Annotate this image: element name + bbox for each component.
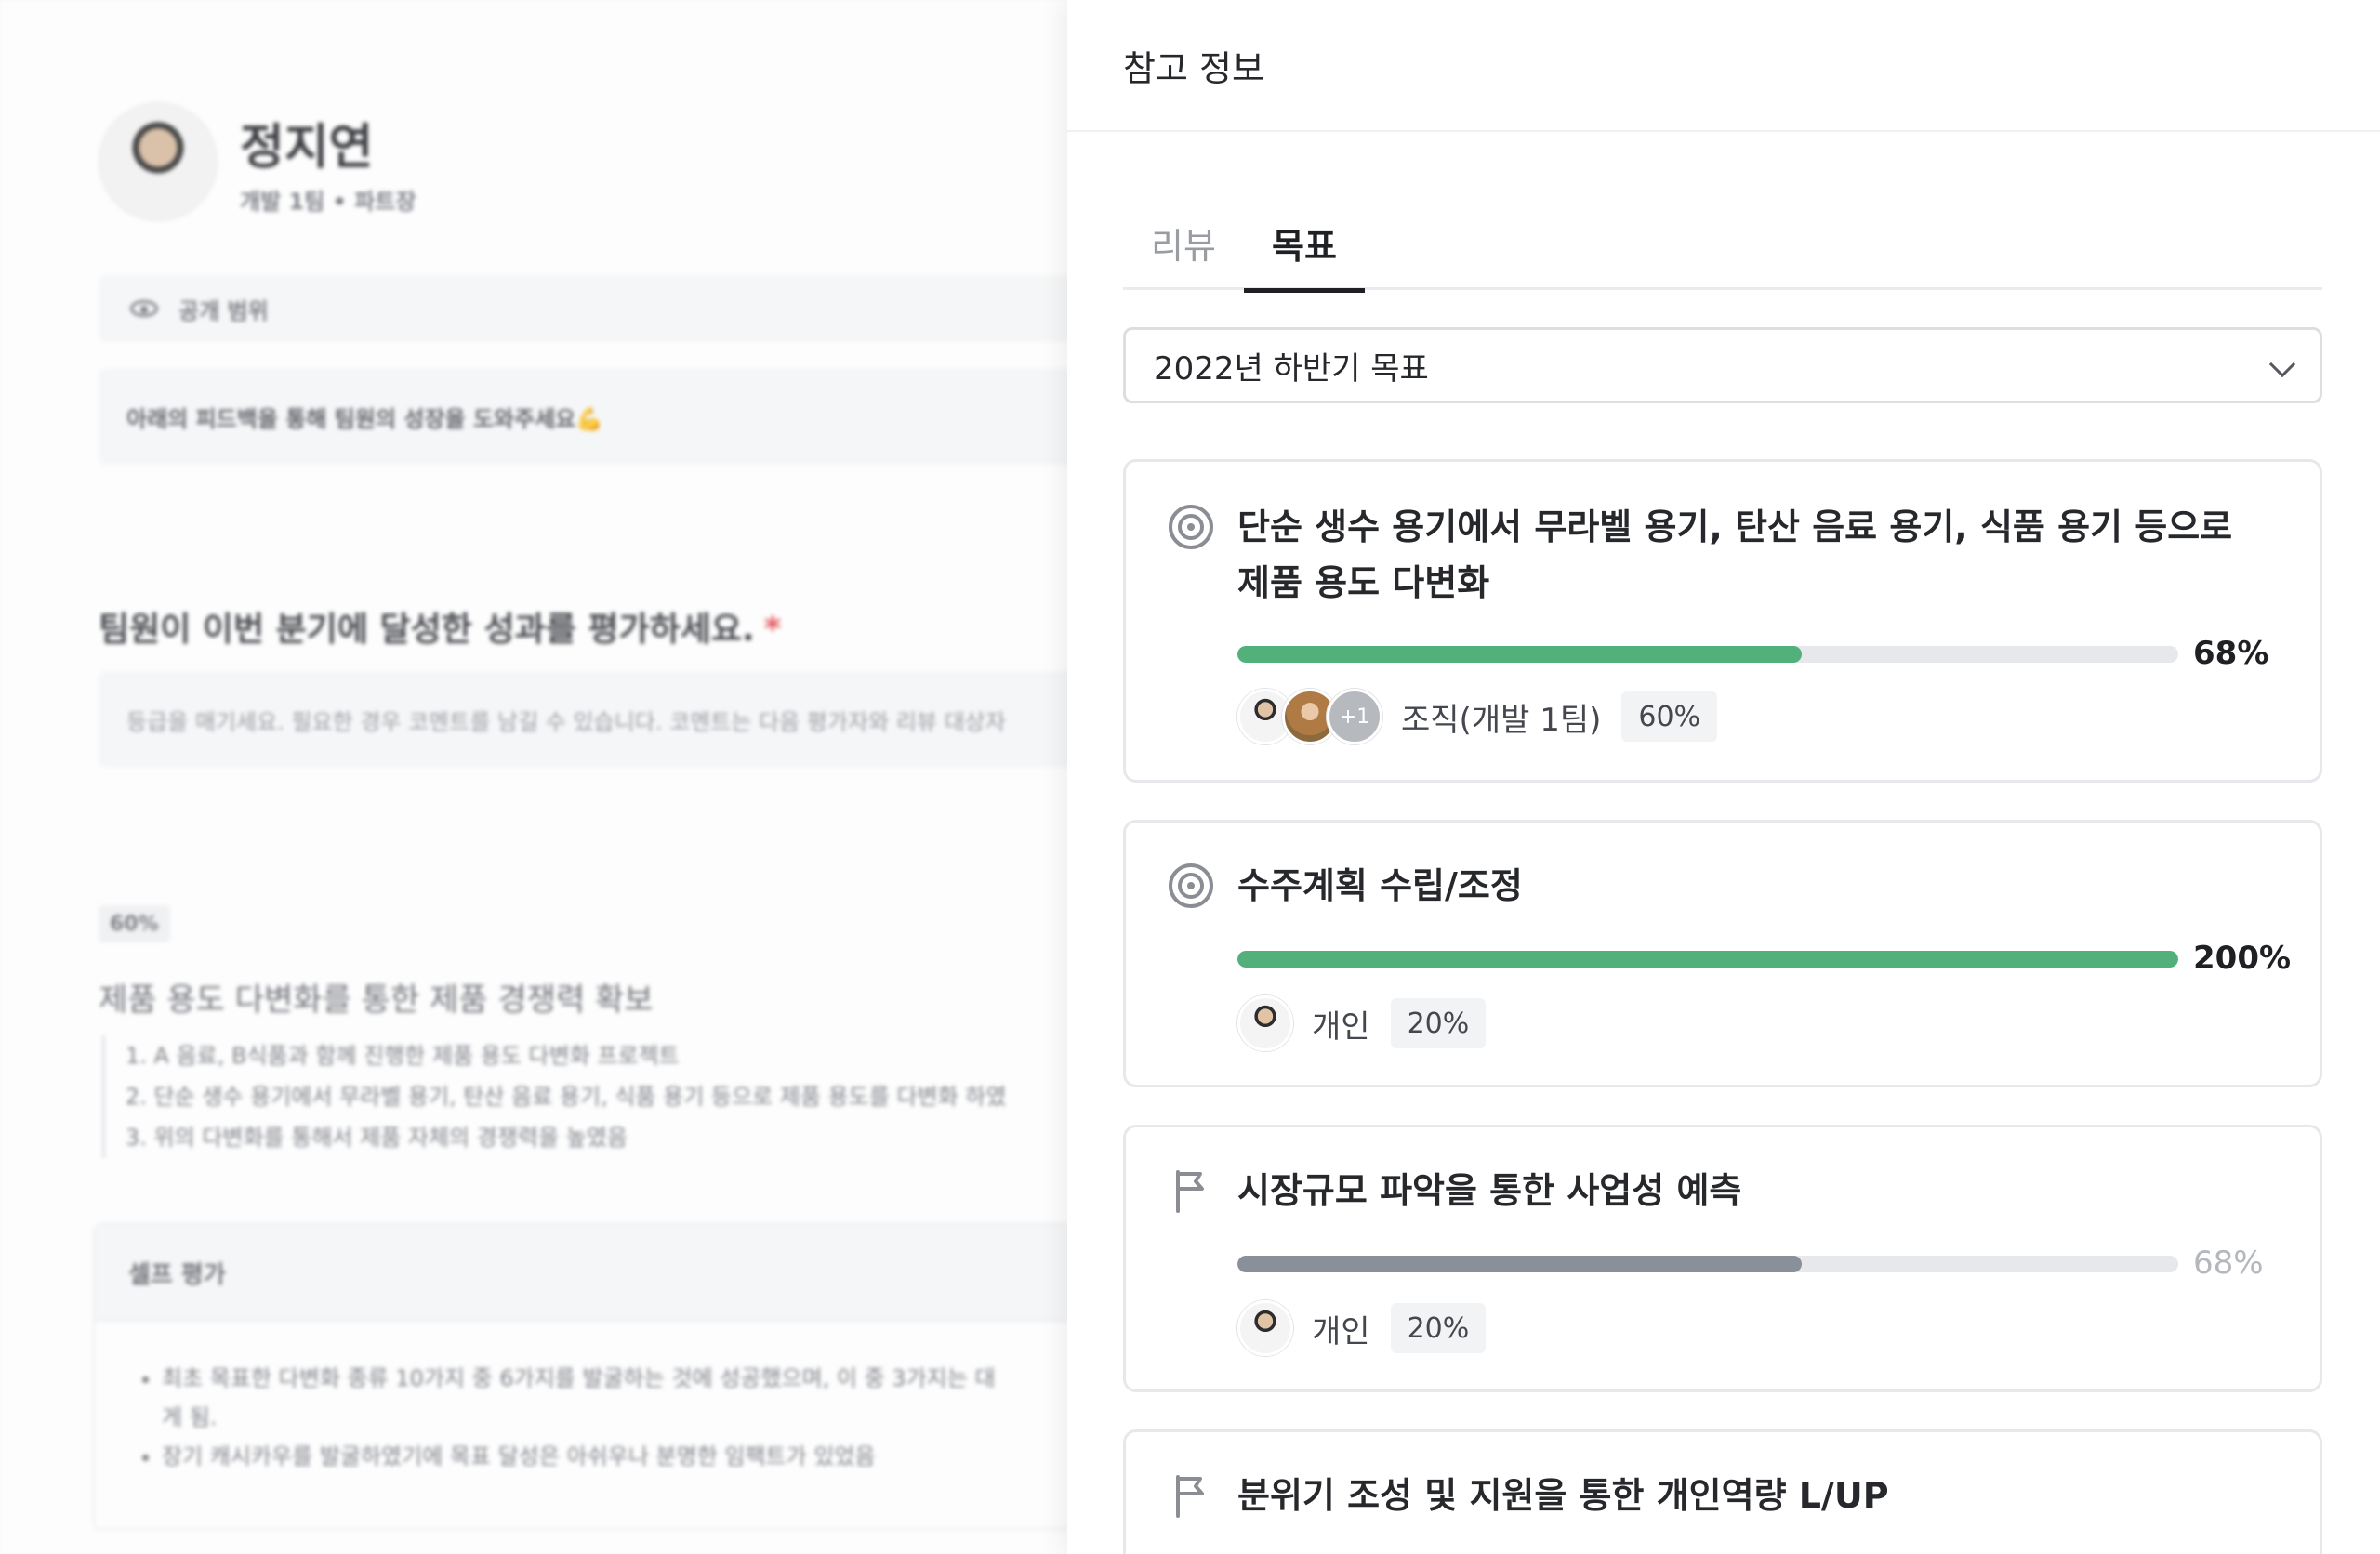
self-evaluation-card: 셀프 평가 최초 목표한 다변화 종류 10가지 중 6가지를 발굴하는 것에 … [93, 1223, 1088, 1530]
tab-review[interactable]: 리뷰 [1123, 195, 1244, 290]
goal-owners: 개인 20% [1237, 995, 1487, 1051]
list-item: 최초 목표한 다변화 종류 10가지 중 6가지를 발굴하는 것에 성공했으며,… [162, 1359, 1086, 1398]
goal-title: 분위기 조성 및 지원을 통한 개인역량 L/UP [1237, 1475, 1889, 1516]
goal-period-value: 2022년 하반기 목표 [1154, 349, 1429, 388]
list-item: 1. A 음료, B식품과 함께 진행한 제품 용도 다변화 프로젝트 [126, 1043, 680, 1069]
visibility-scope-label: 공개 범위 [178, 297, 269, 324]
list-item: 3. 위의 다변화를 통해서 제품 자체의 경쟁력을 높였음 [126, 1125, 628, 1151]
profile-header: 정지연 개발 1팀 • 파트장 [99, 102, 416, 221]
progress-bar [1237, 951, 2178, 968]
profile-role: 개발 1팀 • 파트장 [240, 189, 416, 215]
visibility-scope[interactable]: 공개 범위 [99, 275, 1084, 342]
feedback-hint: 아래의 피드백을 통해 팀원의 성장을 도와주세요💪 [99, 368, 1084, 465]
flag-icon [1176, 1170, 1204, 1213]
progress-percent: 200% [2193, 940, 2292, 977]
review-form-background: 정지연 개발 1팀 • 파트장 공개 범위 아래의 피드백을 통해 팀원의 성장… [0, 0, 1088, 1554]
progress-fill [1237, 951, 2178, 968]
target-icon [1169, 863, 1213, 908]
avatar [1237, 1300, 1293, 1356]
goal-owners: +1 조직(개발 1팀) 60% [1237, 689, 1718, 744]
goal-title: 수주계획 수립/조정 [1237, 865, 1523, 906]
progress-fill [1237, 1256, 1803, 1272]
reference-panel: 참고 정보 리뷰 목표 2022년 하반기 목표 단순 생수 용기에서 무라벨 … [1067, 0, 2380, 1554]
weight-badge: 20% [1390, 1303, 1487, 1353]
owner-label: 개인 [1312, 1007, 1370, 1046]
weight-badge: 20% [1390, 998, 1487, 1048]
list-item: 2. 단순 생수 용기에서 무라벨 용기, 탄산 음료 용기, 식품 용기 등으… [126, 1084, 1007, 1110]
panel-header: 참고 정보 [1067, 0, 2380, 132]
goal-title: 시장규모 파악을 통한 사업성 예측 [1237, 1170, 1742, 1211]
progress-bar [1237, 1256, 2178, 1272]
goal-title: 제품 용도 다변화를 통한 제품 경쟁력 확보 [99, 981, 654, 1019]
flag-icon [1176, 1475, 1204, 1518]
goal-period-select[interactable]: 2022년 하반기 목표 [1123, 327, 2322, 403]
goal-card[interactable]: 수주계획 수립/조정 200% 개인 20% [1123, 820, 2322, 1087]
progress-bar [1237, 646, 2178, 663]
goal-owners: 개인 20% [1237, 1300, 1487, 1356]
avatar [99, 102, 218, 221]
list-item: 게 됨. [162, 1404, 218, 1430]
panel-title: 참고 정보 [1123, 47, 1264, 89]
list-item: 장기 캐시카우를 발굴하였기에 목표 달성은 아쉬우나 분명한 임팩트가 있었음 [162, 1437, 1086, 1476]
profile-name: 정지연 [240, 120, 374, 176]
required-mark: * [763, 611, 782, 649]
more-members-badge[interactable]: +1 [1327, 689, 1382, 744]
eye-icon [130, 300, 158, 317]
progress-fill [1237, 646, 1803, 663]
progress-percent: 68% [2193, 635, 2269, 672]
question-title: 팀원이 이번 분기에 달성한 성과를 평가하세요. * [99, 611, 782, 649]
tab-goals[interactable]: 목표 [1244, 195, 1365, 293]
grade-input[interactable]: 등급을 매기세요. 필요한 경우 코멘트를 남길 수 있습니다. 코멘트는 다음… [99, 671, 1084, 768]
app-root: 정지연 개발 1팀 • 파트장 공개 범위 아래의 피드백을 통해 팀원의 성장… [0, 0, 2380, 1554]
goal-card[interactable]: 시장규모 파악을 통한 사업성 예측 68% 개인 20% [1123, 1125, 2322, 1392]
panel-tabs: 리뷰 목표 [1123, 195, 2322, 293]
goal-card[interactable]: 분위기 조성 및 지원을 통한 개인역량 L/UP [1123, 1429, 2322, 1554]
owner-label: 개인 [1312, 1312, 1370, 1350]
self-evaluation-title: 셀프 평가 [95, 1225, 1086, 1322]
target-icon [1169, 505, 1213, 549]
chevron-down-icon [2268, 350, 2296, 378]
weight-badge: 60% [1621, 691, 1718, 742]
goal-step-list: 1. A 음료, B식품과 함께 진행한 제품 용도 다변화 프로젝트 2. 단… [102, 1035, 1078, 1158]
goal-title: 단순 생수 용기에서 무라벨 용기, 탄산 음료 용기, 식품 용기 등으로 제… [1237, 507, 2233, 603]
progress-percent: 68% [2193, 1245, 2264, 1282]
avatar [1237, 995, 1293, 1051]
owner-label: 조직(개발 1팀) [1401, 701, 1602, 739]
goal-percent-badge: 60% [99, 905, 170, 942]
goal-card[interactable]: 단순 생수 용기에서 무라벨 용기, 탄산 음료 용기, 식품 용기 등으로 제… [1123, 459, 2322, 783]
